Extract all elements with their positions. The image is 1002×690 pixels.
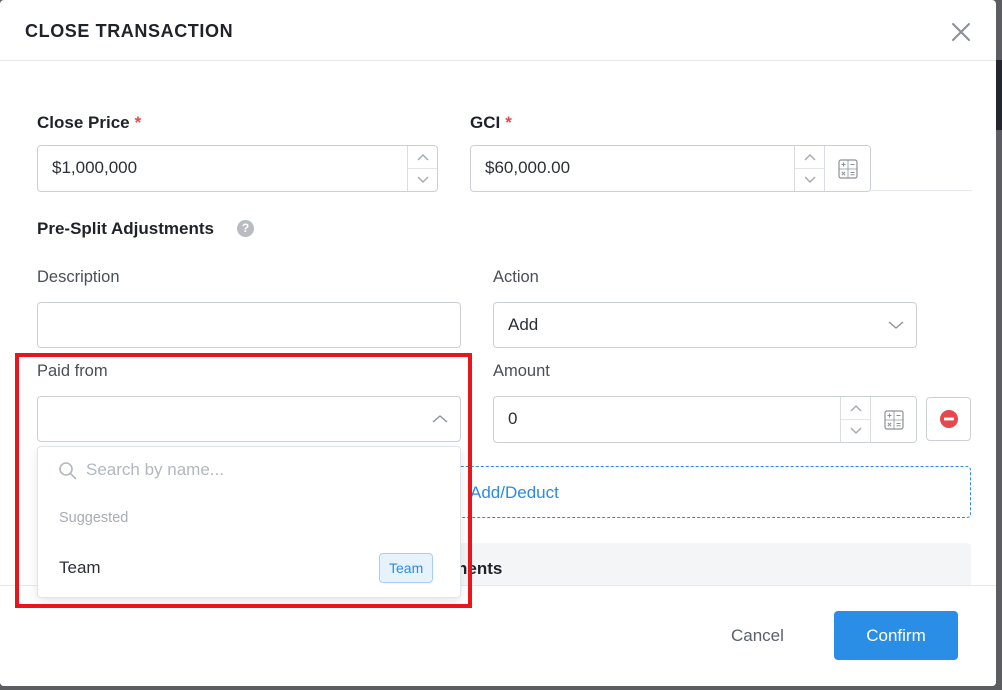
description-input[interactable] — [37, 302, 461, 348]
close-transaction-dialog: CLOSE TRANSACTION Close Price * $1,000,00… — [0, 0, 996, 686]
cancel-button[interactable]: Cancel — [731, 626, 784, 646]
chevron-up-icon[interactable] — [795, 146, 824, 169]
chevron-down-icon[interactable] — [795, 169, 824, 192]
dialog-header: CLOSE TRANSACTION — [0, 0, 996, 61]
close-price-label-text: Close Price — [37, 113, 130, 132]
help-icon[interactable]: ? — [237, 220, 254, 237]
gci-label-text: GCI — [470, 113, 501, 132]
remove-adjustment-button[interactable] — [926, 397, 971, 441]
close-price-value: $1,000,000 — [52, 158, 138, 177]
calculator-icon[interactable] — [870, 397, 916, 442]
pre-split-heading: Pre-Split Adjustments — [37, 219, 214, 238]
add-deduct-label: Add/Deduct — [470, 483, 559, 502]
close-price-label: Close Price * — [37, 113, 141, 133]
action-label: Action — [493, 268, 539, 286]
amount-value: 0 — [508, 409, 518, 428]
section-heading: nents — [457, 559, 503, 578]
chevron-up-icon[interactable] — [408, 146, 437, 169]
chevron-down-icon — [888, 317, 904, 335]
close-icon[interactable] — [949, 20, 973, 44]
dropdown-option-label: Team — [59, 558, 101, 577]
amount-label: Amount — [493, 362, 550, 380]
search-icon — [58, 461, 78, 486]
dropdown-search-input[interactable]: Search by name... — [86, 460, 224, 480]
team-badge: Team — [379, 553, 434, 583]
gci-stepper — [794, 146, 824, 191]
gci-label: GCI * — [470, 113, 512, 133]
dialog-title: CLOSE TRANSACTION — [25, 21, 234, 41]
remove-icon — [939, 410, 958, 428]
gci-input[interactable]: $60,000.00 — [470, 145, 871, 192]
paid-from-label: Paid from — [37, 362, 108, 380]
dropdown-option-team[interactable]: Team Team — [38, 547, 460, 589]
paid-from-dropdown: Search by name... Suggested Team Team — [37, 446, 461, 598]
chevron-up-icon — [432, 411, 448, 429]
divider — [870, 190, 972, 191]
dropdown-group-label: Suggested — [59, 510, 129, 526]
paid-from-select[interactable] — [37, 396, 461, 442]
amount-input[interactable]: 0 — [493, 396, 917, 443]
chevron-up-icon[interactable] — [841, 397, 870, 420]
description-label: Description — [37, 268, 120, 286]
action-select[interactable]: Add — [493, 302, 917, 348]
confirm-button[interactable]: Confirm — [834, 611, 958, 660]
chevron-down-icon[interactable] — [841, 420, 870, 443]
gci-value: $60,000.00 — [485, 158, 571, 177]
required-mark: * — [134, 113, 142, 132]
required-mark: * — [505, 113, 512, 132]
chevron-down-icon[interactable] — [408, 169, 437, 192]
calculator-icon[interactable] — [824, 146, 870, 191]
close-price-input[interactable]: $1,000,000 — [37, 145, 438, 192]
action-value: Add — [508, 315, 539, 334]
close-price-stepper — [407, 146, 437, 191]
amount-stepper — [840, 397, 870, 442]
